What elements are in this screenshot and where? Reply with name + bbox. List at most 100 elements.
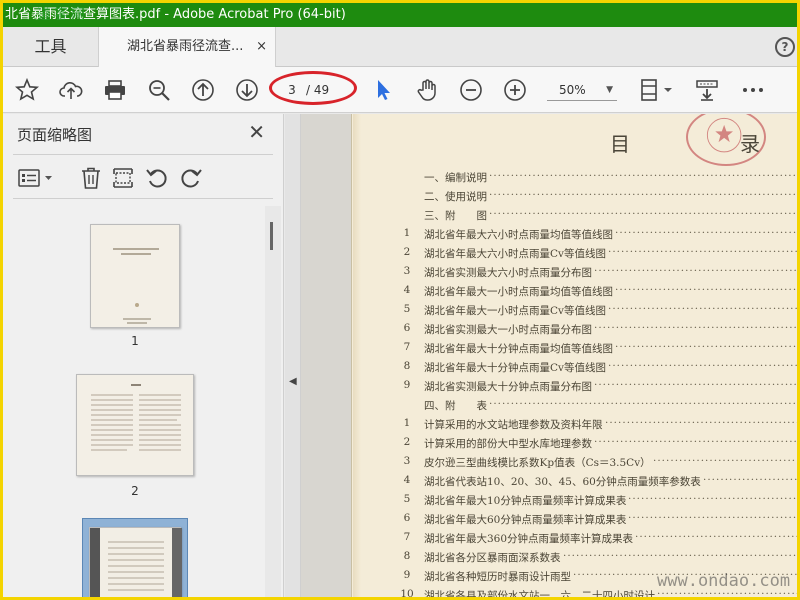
- toc-text: 一、编制说明: [424, 172, 487, 184]
- tab-document-label: 湖北省暴雨径流查...: [127, 39, 244, 54]
- hand-icon[interactable]: [415, 78, 439, 102]
- toc-text: 皮尔逊三型曲线模比系数Kp值表（Cs＝3.5Cv）: [424, 457, 651, 469]
- toc-text: 湖北省实测最大十分钟点雨量分布图: [424, 381, 592, 393]
- page-number-input[interactable]: 3: [278, 77, 306, 103]
- toc-number: 10: [400, 588, 414, 597]
- toc-row: 三、附 图 ···································…: [352, 208, 797, 227]
- toc-row: 6 湖北省年最大60分钟点雨量频率计算成果表 ···················…: [352, 512, 797, 531]
- help-icon[interactable]: ?: [775, 37, 795, 57]
- toc-leader-dots: ········································…: [608, 303, 797, 315]
- toc-heading-left: 目: [610, 132, 630, 156]
- toc-number: 3: [403, 455, 411, 467]
- toc-leader-dots: ········································…: [608, 246, 797, 258]
- toc-text: 湖北省实测最大六小时点雨量分布图: [424, 267, 592, 279]
- watermark-logo: 道客网: [37, 7, 88, 23]
- toc-row: 一、编制说明 ··································…: [352, 170, 797, 189]
- toc-leader-dots: ········································…: [653, 455, 797, 467]
- chevron-down-icon: ▼: [606, 85, 613, 95]
- toc-text: 湖北省年最大十分钟点雨量均值等值线图: [424, 343, 613, 355]
- title-bar: 北省暴雨径流查算图表.pdf - Adobe Acrobat Pro (64-b…: [3, 3, 797, 27]
- toc-row: 二、使用说明 ··································…: [352, 189, 797, 208]
- toc-leader-dots: ········································…: [563, 550, 797, 562]
- page-up-icon[interactable]: [191, 78, 215, 102]
- page-thumbnail-3-selected[interactable]: [82, 518, 188, 597]
- toc-row: 3 湖北省实测最大六小时点雨量分布图 ·······················…: [352, 265, 797, 284]
- scrollbar-thumb[interactable]: [270, 222, 273, 250]
- toc-leader-dots: ········································…: [594, 379, 797, 391]
- toc-leader-dots: ········································…: [489, 398, 797, 410]
- toc-row: 8 湖北省年最大十分钟点雨量Cv等值线图 ·····················…: [352, 360, 797, 379]
- toc-text: 计算采用的水文站地理参数及资料年限: [424, 419, 603, 431]
- close-icon[interactable]: ✕: [248, 120, 265, 144]
- toc-number: 3: [403, 265, 411, 277]
- page-thumbnail-1[interactable]: [90, 224, 180, 328]
- delete-icon[interactable]: [79, 166, 103, 190]
- toc-number: 7: [403, 341, 411, 353]
- star-icon[interactable]: [14, 77, 40, 102]
- toc-leader-dots: ········································…: [635, 531, 797, 543]
- toc-row: 5 湖北省年最大10分钟点雨量频率计算成果表 ···················…: [352, 493, 797, 512]
- page-edge-shadow: [353, 114, 361, 597]
- search-zoom-icon[interactable]: [147, 78, 171, 102]
- zoom-select[interactable]: 50% ▼: [547, 79, 617, 101]
- toc-number: 2: [403, 246, 411, 258]
- scroll-mode-icon[interactable]: [695, 78, 719, 102]
- toc-leader-dots: ········································…: [615, 341, 797, 353]
- tab-document[interactable]: 湖北省暴雨径流查... ×: [98, 27, 276, 68]
- toc-number: 6: [403, 512, 411, 524]
- toc-leader-dots: ········································…: [615, 227, 797, 239]
- page-thumbnail-3[interactable]: [89, 527, 182, 597]
- thumbnail-options-icon[interactable]: [17, 166, 55, 190]
- toc-number: 8: [403, 360, 411, 372]
- thumbnail-list: 1 2: [3, 206, 265, 597]
- panel-splitter[interactable]: ◀: [285, 114, 301, 597]
- zoom-in-icon[interactable]: [503, 78, 527, 102]
- toc-row: 2 湖北省年最大六小时点雨量Cv等值线图 ·····················…: [352, 246, 797, 265]
- toc-text: 湖北省各种短历时暴雨设计雨型: [424, 571, 571, 583]
- page-total: / 49: [306, 83, 330, 97]
- document-view[interactable]: 目 录 一、编制说明 ······························…: [301, 114, 797, 597]
- toc-leader-dots: ········································…: [594, 436, 797, 448]
- tab-bar: 工具 湖北省暴雨径流查... × ?: [3, 27, 797, 68]
- toc-row: 3 皮尔逊三型曲线模比系数Kp值表（Cs＝3.5Cv） ··············…: [352, 455, 797, 474]
- toc-text: 三、附 图: [424, 210, 487, 222]
- toc-text: 湖北省年最大60分钟点雨量频率计算成果表: [424, 514, 627, 526]
- toc-leader-dots: ········································…: [489, 189, 797, 201]
- fit-page-icon[interactable]: [639, 78, 675, 102]
- select-pointer-icon[interactable]: [371, 78, 395, 102]
- watermark-url: www.ondao.com: [657, 571, 791, 591]
- page-thumbnail-2[interactable]: [76, 374, 194, 476]
- toc-leader-dots: ········································…: [489, 170, 797, 182]
- zoom-out-icon[interactable]: [459, 78, 483, 102]
- thumbnail-panel: 页面缩略图 ✕ 1 2: [3, 114, 284, 597]
- thumbnail-scrollbar[interactable]: [265, 206, 281, 597]
- toc-number: 7: [403, 531, 411, 543]
- toc-row: 4 湖北省年最大一小时点雨量均值等值线图 ·····················…: [352, 284, 797, 303]
- toc-leader-dots: ········································…: [608, 360, 797, 372]
- toc-leader-dots: ········································…: [703, 474, 797, 486]
- rotate-right-icon[interactable]: [179, 166, 203, 190]
- toc-row: 7 湖北省年最大十分钟点雨量均值等值线图 ·····················…: [352, 341, 797, 360]
- toc-text: 四、附 表: [424, 400, 487, 412]
- toc-text: 湖北省年最大六小时点雨量Cv等值线图: [424, 248, 606, 260]
- more-icon[interactable]: [741, 78, 765, 102]
- print-icon[interactable]: [103, 78, 127, 102]
- toc-row: 7 湖北省年最大360分钟点雨量频率计算成果表 ··················…: [352, 531, 797, 550]
- toc-number: 6: [403, 322, 411, 334]
- tab-close-icon[interactable]: ×: [256, 27, 267, 67]
- panel-title: 页面缩略图: [17, 126, 93, 144]
- page-down-icon[interactable]: [235, 78, 259, 102]
- toc-number: 2: [403, 436, 411, 448]
- rotate-left-icon[interactable]: [145, 166, 169, 190]
- toc-text: 湖北省实测最大一小时点雨量分布图: [424, 324, 592, 336]
- collapse-left-icon[interactable]: ◀: [289, 376, 297, 387]
- tab-tools[interactable]: 工具: [3, 27, 98, 67]
- toc-text: 湖北省年最大10分钟点雨量频率计算成果表: [424, 495, 627, 507]
- extract-pages-icon[interactable]: [111, 166, 135, 190]
- thumbnail-label: 2: [131, 484, 139, 498]
- toc-number: 8: [403, 550, 411, 562]
- toc-number: 9: [403, 379, 411, 391]
- toc-text: 湖北省代表站10、20、30、45、60分钟点雨量频率参数表: [424, 476, 701, 488]
- divider: [13, 198, 273, 199]
- upload-icon[interactable]: [59, 78, 83, 102]
